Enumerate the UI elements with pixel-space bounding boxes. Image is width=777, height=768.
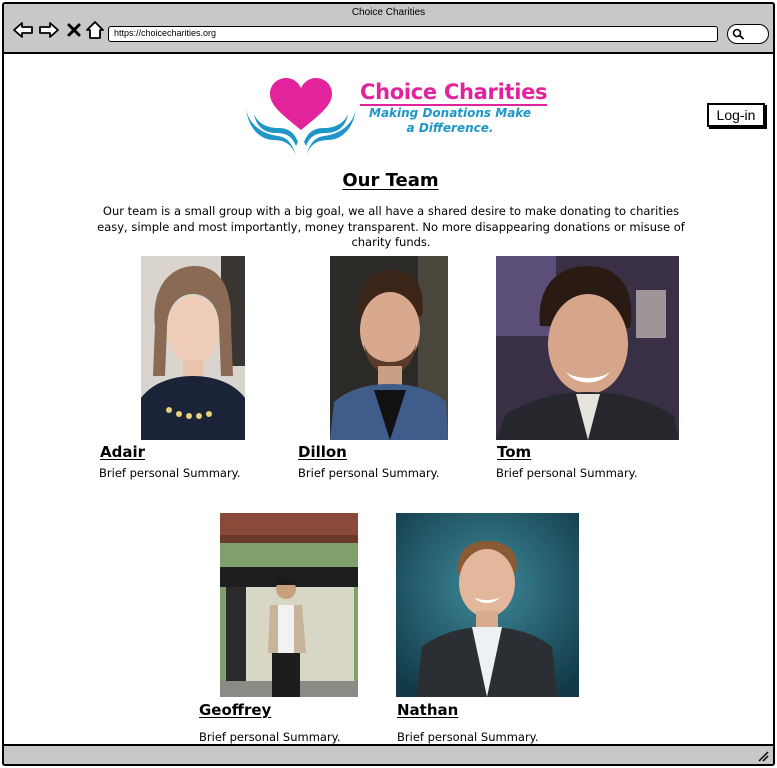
member-name[interactable]: Dillon <box>298 443 347 461</box>
member-photo-geoffrey <box>220 513 358 697</box>
home-icon[interactable] <box>84 19 106 41</box>
member-photo-nathan <box>396 513 579 697</box>
search-icon <box>732 28 744 40</box>
member-name[interactable]: Nathan <box>397 701 458 719</box>
browser-toolbar: Choice Charities https://choicecharities… <box>4 4 773 54</box>
member-summary: Brief personal Summary. <box>397 730 539 744</box>
window-title: Choice Charities <box>351 7 426 18</box>
member-name[interactable]: Adair <box>100 443 145 461</box>
tagline-line-1: Making Donations Make <box>369 106 531 120</box>
member-summary: Brief personal Summary. <box>298 466 440 480</box>
status-bar <box>4 744 773 764</box>
close-icon[interactable] <box>63 19 85 41</box>
brand-tagline: Making Donations Make a Difference. <box>366 106 534 136</box>
charity-logo <box>246 78 356 156</box>
member-photo-adair <box>141 256 245 440</box>
member-summary: Brief personal Summary. <box>199 730 341 744</box>
brand-name: Choice Charities <box>360 80 548 106</box>
member-photo-dillon <box>330 256 448 440</box>
search-box[interactable] <box>727 24 769 44</box>
login-button[interactable]: Log-in <box>707 103 765 127</box>
tagline-line-2: a Difference. <box>406 121 494 135</box>
member-name[interactable]: Geoffrey <box>199 701 271 719</box>
team-intro: Our team is a small group with a big goa… <box>97 204 685 249</box>
member-summary: Brief personal Summary. <box>496 466 638 480</box>
page-title-text: Our Team <box>342 170 439 191</box>
resize-grip-icon[interactable] <box>757 750 769 762</box>
page-title: Our Team <box>4 170 773 191</box>
member-photo-tom <box>496 256 679 440</box>
member-name[interactable]: Tom <box>497 443 531 461</box>
page-content: Choice Charities Making Donations Make a… <box>4 56 773 746</box>
member-summary: Brief personal Summary. <box>99 466 241 480</box>
browser-window: Choice Charities https://choicecharities… <box>2 2 775 766</box>
forward-arrow-icon[interactable] <box>38 19 60 41</box>
back-arrow-icon[interactable] <box>12 19 34 41</box>
address-bar[interactable]: https://choicecharities.org <box>108 26 718 42</box>
